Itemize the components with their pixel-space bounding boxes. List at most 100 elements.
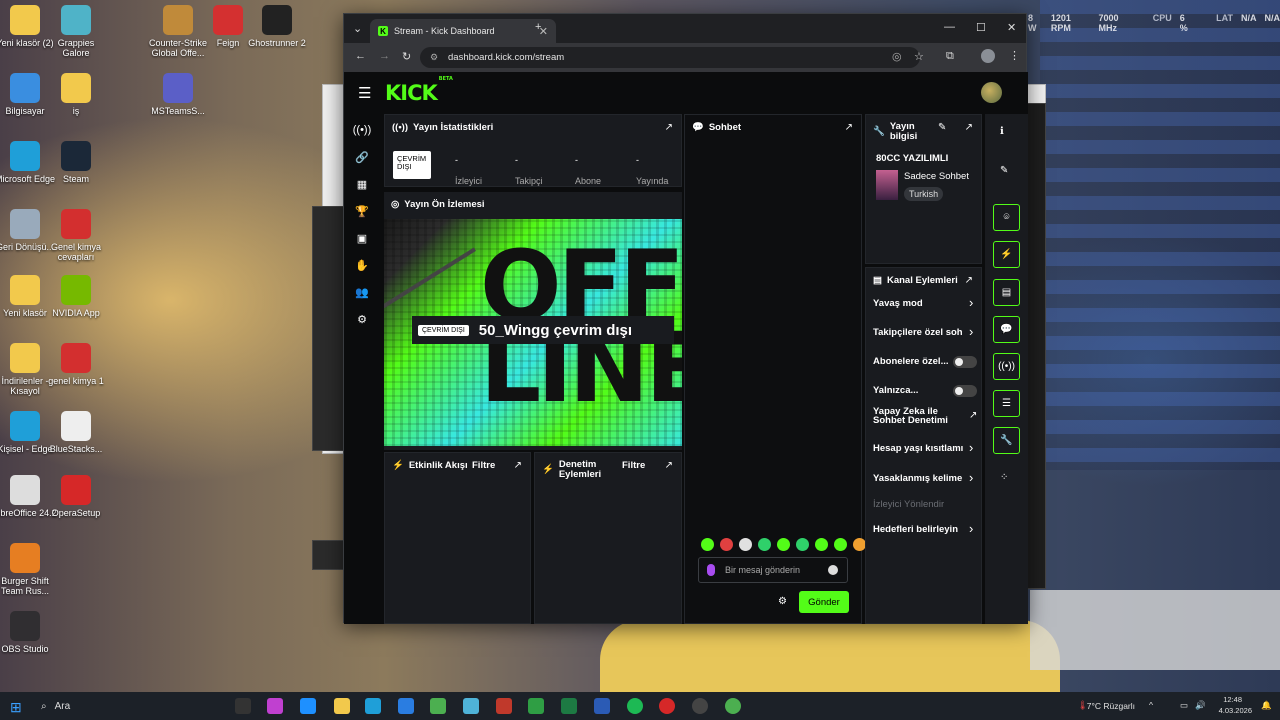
store-icon[interactable] <box>398 698 414 714</box>
chat-settings-icon[interactable]: ⚙ <box>778 596 787 607</box>
desktop-icon[interactable]: OperaSetup <box>43 475 109 518</box>
emoji-picker-icon[interactable] <box>828 565 838 575</box>
nav-trophy-icon[interactable]: 🏆 <box>354 203 370 219</box>
desktop-icon[interactable]: iş <box>43 73 109 116</box>
emote-icon[interactable] <box>701 538 714 551</box>
browser-tab[interactable]: K Stream - Kick Dashboard ✕ <box>370 19 556 43</box>
emote-icon[interactable] <box>758 538 771 551</box>
channel-action-item[interactable]: Yavaş mod › <box>866 295 983 320</box>
popout-icon[interactable]: ↗ <box>665 122 673 133</box>
activity-filter-button[interactable]: Filtre <box>472 460 495 471</box>
background-window-close-1[interactable] <box>1026 84 1046 104</box>
channel-action-item[interactable]: Takipçilere özel soh › <box>866 324 983 349</box>
file-explorer-icon[interactable] <box>334 698 350 714</box>
opera-icon[interactable] <box>659 698 675 714</box>
moderation-filter-button[interactable]: Filtre <box>622 460 645 471</box>
channel-action-item[interactable]: Yalnızca... <box>866 385 983 407</box>
emote-icon[interactable] <box>720 538 733 551</box>
close-window-button[interactable]: ✕ <box>1007 21 1016 34</box>
bookmark-star-icon[interactable]: ☆ <box>914 50 924 63</box>
desktop-icon[interactable]: Genel kimya cevapları <box>43 209 109 262</box>
obs-icon[interactable] <box>692 698 708 714</box>
send-button[interactable]: Gönder <box>799 591 849 613</box>
rail-tools-button[interactable]: 🔧 <box>993 427 1020 454</box>
nav-analytics-icon[interactable]: ▦ <box>354 176 370 192</box>
extensions-icon[interactable]: ⧉ <box>946 50 954 63</box>
app-icon[interactable] <box>463 698 479 714</box>
powerpoint-icon[interactable] <box>496 698 512 714</box>
mic-icon[interactable] <box>707 564 715 576</box>
desktop-icon[interactable]: BlueStacks... <box>43 411 109 454</box>
nav-link-icon[interactable]: 🔗 <box>354 149 370 165</box>
channel-action-item[interactable]: Yasaklanmış kelime › <box>866 470 983 495</box>
desktop-icon[interactable]: Ghostrunner 2 <box>244 5 310 48</box>
rail-more-icon[interactable]: ⁘ <box>1000 472 1008 483</box>
rail-chat-button[interactable]: 💬 <box>993 316 1020 343</box>
desktop-icon[interactable]: genel kimya 1 <box>43 343 109 386</box>
new-tab-button[interactable]: + <box>535 21 541 33</box>
url-field[interactable]: ⚙ dashboard.kick.com/stream <box>420 47 920 68</box>
desktop-icon[interactable]: Grappies Galore <box>43 5 109 58</box>
chrome-3-icon[interactable] <box>725 698 741 714</box>
start-icon[interactable]: ⊞ <box>10 699 22 716</box>
network-icon[interactable]: ▭ <box>1180 700 1188 711</box>
edit-info-icon[interactable]: ✎ <box>938 122 946 133</box>
profile-icon[interactable] <box>981 49 995 63</box>
maximize-button[interactable]: ☐ <box>976 21 986 34</box>
channel-action-item[interactable]: Hedefleri belirleyin › <box>866 521 983 546</box>
info-icon[interactable]: ℹ <box>1000 126 1004 137</box>
toggle-switch[interactable] <box>953 385 977 397</box>
rail-camera-button[interactable]: ⌾ <box>993 204 1020 231</box>
pencil-icon[interactable]: ✎ <box>1000 165 1008 176</box>
channel-action-item[interactable]: Hesap yaşı kısıtlamı › <box>866 440 983 465</box>
spotify-icon[interactable] <box>627 698 643 714</box>
rail-broadcast-button[interactable]: ((•)) <box>993 353 1020 380</box>
edge-icon[interactable] <box>365 698 381 714</box>
volume-icon[interactable]: 🔊 <box>1195 700 1206 711</box>
notification-icon[interactable]: 🔔 <box>1261 700 1272 711</box>
hamburger-menu-icon[interactable]: ☰ <box>358 84 371 102</box>
rail-notes-button[interactable]: ▤ <box>993 279 1020 306</box>
tab-search-icon[interactable]: ⌄ <box>353 22 362 35</box>
nav-community-icon[interactable]: 👥 <box>354 284 370 300</box>
moderation-popout-icon[interactable]: ↗ <box>665 460 673 471</box>
task-view-icon[interactable] <box>235 698 251 714</box>
nav-stream-icon[interactable]: ((•)) <box>353 122 372 138</box>
channel-action-item[interactable]: İzleyici Yönlendir <box>866 499 983 521</box>
nav-settings-icon[interactable]: ⚙ <box>354 311 370 327</box>
info-popout-icon[interactable]: ↗ <box>965 122 973 133</box>
desktop-icon[interactable]: Steam <box>43 141 109 184</box>
minimize-button[interactable]: — <box>944 21 955 33</box>
eye-off-icon[interactable]: ◎ <box>892 50 902 63</box>
emote-icon[interactable] <box>834 538 847 551</box>
kick-logo[interactable]: KICKBETA <box>385 76 453 105</box>
word-icon[interactable] <box>594 698 610 714</box>
menu-dots-icon[interactable]: ⋮ <box>1009 49 1020 62</box>
desktop-icon[interactable]: OBS Studio <box>0 611 58 654</box>
rail-bolt-button[interactable]: ⚡ <box>993 241 1020 268</box>
chrome-2-icon[interactable] <box>528 698 544 714</box>
excel-icon[interactable] <box>561 698 577 714</box>
back-icon[interactable]: ← <box>355 50 366 62</box>
channel-action-item[interactable]: Abonelere özel... <box>866 356 983 378</box>
user-avatar[interactable] <box>981 82 1002 103</box>
desktop-icon[interactable]: NVIDIA App <box>43 275 109 318</box>
desktop-icon[interactable]: MSTeamsS... <box>145 73 211 116</box>
forward-icon[interactable]: → <box>379 50 390 62</box>
weather-text[interactable]: 7°C Rüzgarlı <box>1087 701 1135 711</box>
nav-hand-icon[interactable]: ✋ <box>354 257 370 273</box>
emote-icon[interactable] <box>739 538 752 551</box>
site-info-icon[interactable]: ⚙ <box>430 52 441 63</box>
actions-popout-icon[interactable]: ↗ <box>965 275 973 286</box>
reload-icon[interactable]: ↻ <box>402 50 411 63</box>
desktop-icon[interactable]: Burger Shift Team Rus... <box>0 543 58 596</box>
channel-action-item[interactable]: Yapay Zeka ile Sohbet Denetimi ↗ <box>866 407 983 433</box>
emote-icon[interactable] <box>815 538 828 551</box>
emote-icon[interactable] <box>796 538 809 551</box>
taskbar-search[interactable]: ⌕ Ara <box>35 696 220 716</box>
activity-popout-icon[interactable]: ↗ <box>514 460 522 471</box>
emote-icon[interactable] <box>777 538 790 551</box>
chrome-icon[interactable] <box>430 698 446 714</box>
chat-input[interactable]: Bir mesaj gönderin <box>698 557 848 583</box>
chat-popout-icon[interactable]: ↗ <box>845 122 853 133</box>
